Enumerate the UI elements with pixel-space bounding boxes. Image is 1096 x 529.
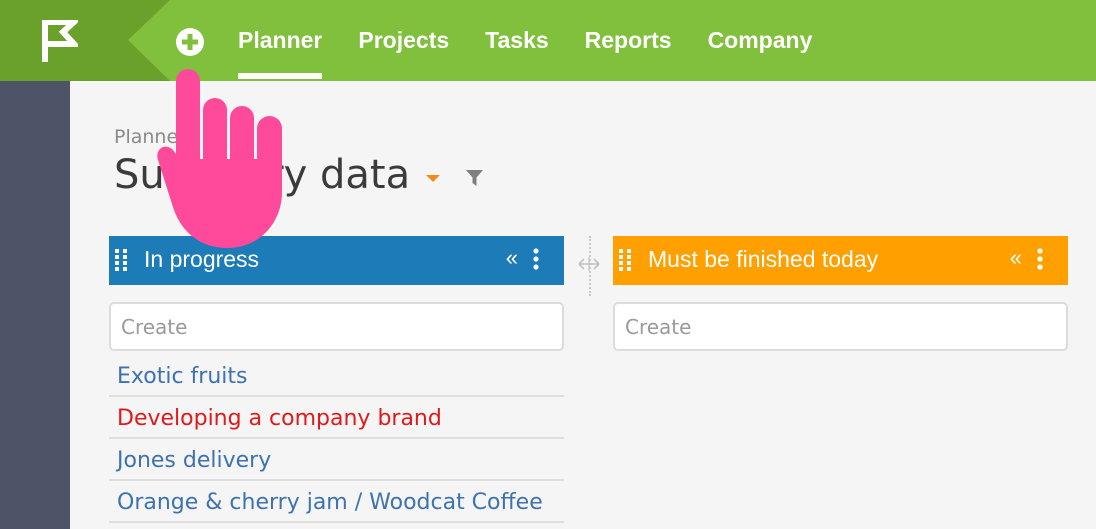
task-list-in-progress: Exotic fruits Developing a company brand… [109, 355, 564, 523]
main-nav: Planner Projects Tasks Reports Company [238, 0, 812, 81]
kebab-icon[interactable] [533, 248, 539, 270]
task-item[interactable]: Orange & cherry jam / Woodcat Coffee [109, 481, 564, 523]
task-item[interactable]: Developing a company brand [109, 397, 564, 439]
drag-handle-icon[interactable] [115, 249, 127, 271]
filter-icon[interactable] [466, 170, 483, 187]
nav-company[interactable]: Company [708, 0, 813, 81]
collapse-icon[interactable]: « [1010, 245, 1022, 271]
nav-reports[interactable]: Reports [585, 0, 672, 81]
breadcrumb[interactable]: Planne [114, 126, 178, 148]
column-title: Must be finished today [648, 246, 879, 272]
top-navbar: Planner Projects Tasks Reports Company [0, 0, 1096, 81]
create-task-input-must-be-finished-today[interactable] [613, 302, 1068, 351]
kebab-icon[interactable] [1037, 248, 1043, 270]
column-header-must-be-finished-today: Must be finished today « [613, 236, 1068, 285]
task-item[interactable]: Jones delivery [109, 439, 564, 481]
sidebar [0, 81, 70, 529]
plus-circle-icon [176, 28, 204, 56]
caret-down-icon[interactable] [426, 175, 440, 182]
column-header-in-progress: In progress « [109, 236, 564, 285]
page-title: Summary data [114, 152, 411, 198]
nav-tasks[interactable]: Tasks [485, 0, 549, 81]
collapse-icon[interactable]: « [506, 245, 518, 271]
nav-planner[interactable]: Planner [238, 0, 323, 81]
column-title: In progress [144, 246, 260, 272]
logo[interactable] [0, 0, 170, 81]
add-button[interactable] [175, 27, 205, 57]
flag-icon [42, 20, 78, 62]
resize-icon[interactable] [577, 256, 601, 272]
create-task-input-in-progress[interactable] [109, 302, 564, 351]
nav-projects[interactable]: Projects [358, 0, 449, 81]
drag-handle-icon[interactable] [619, 249, 631, 271]
task-item[interactable]: Exotic fruits [109, 355, 564, 397]
